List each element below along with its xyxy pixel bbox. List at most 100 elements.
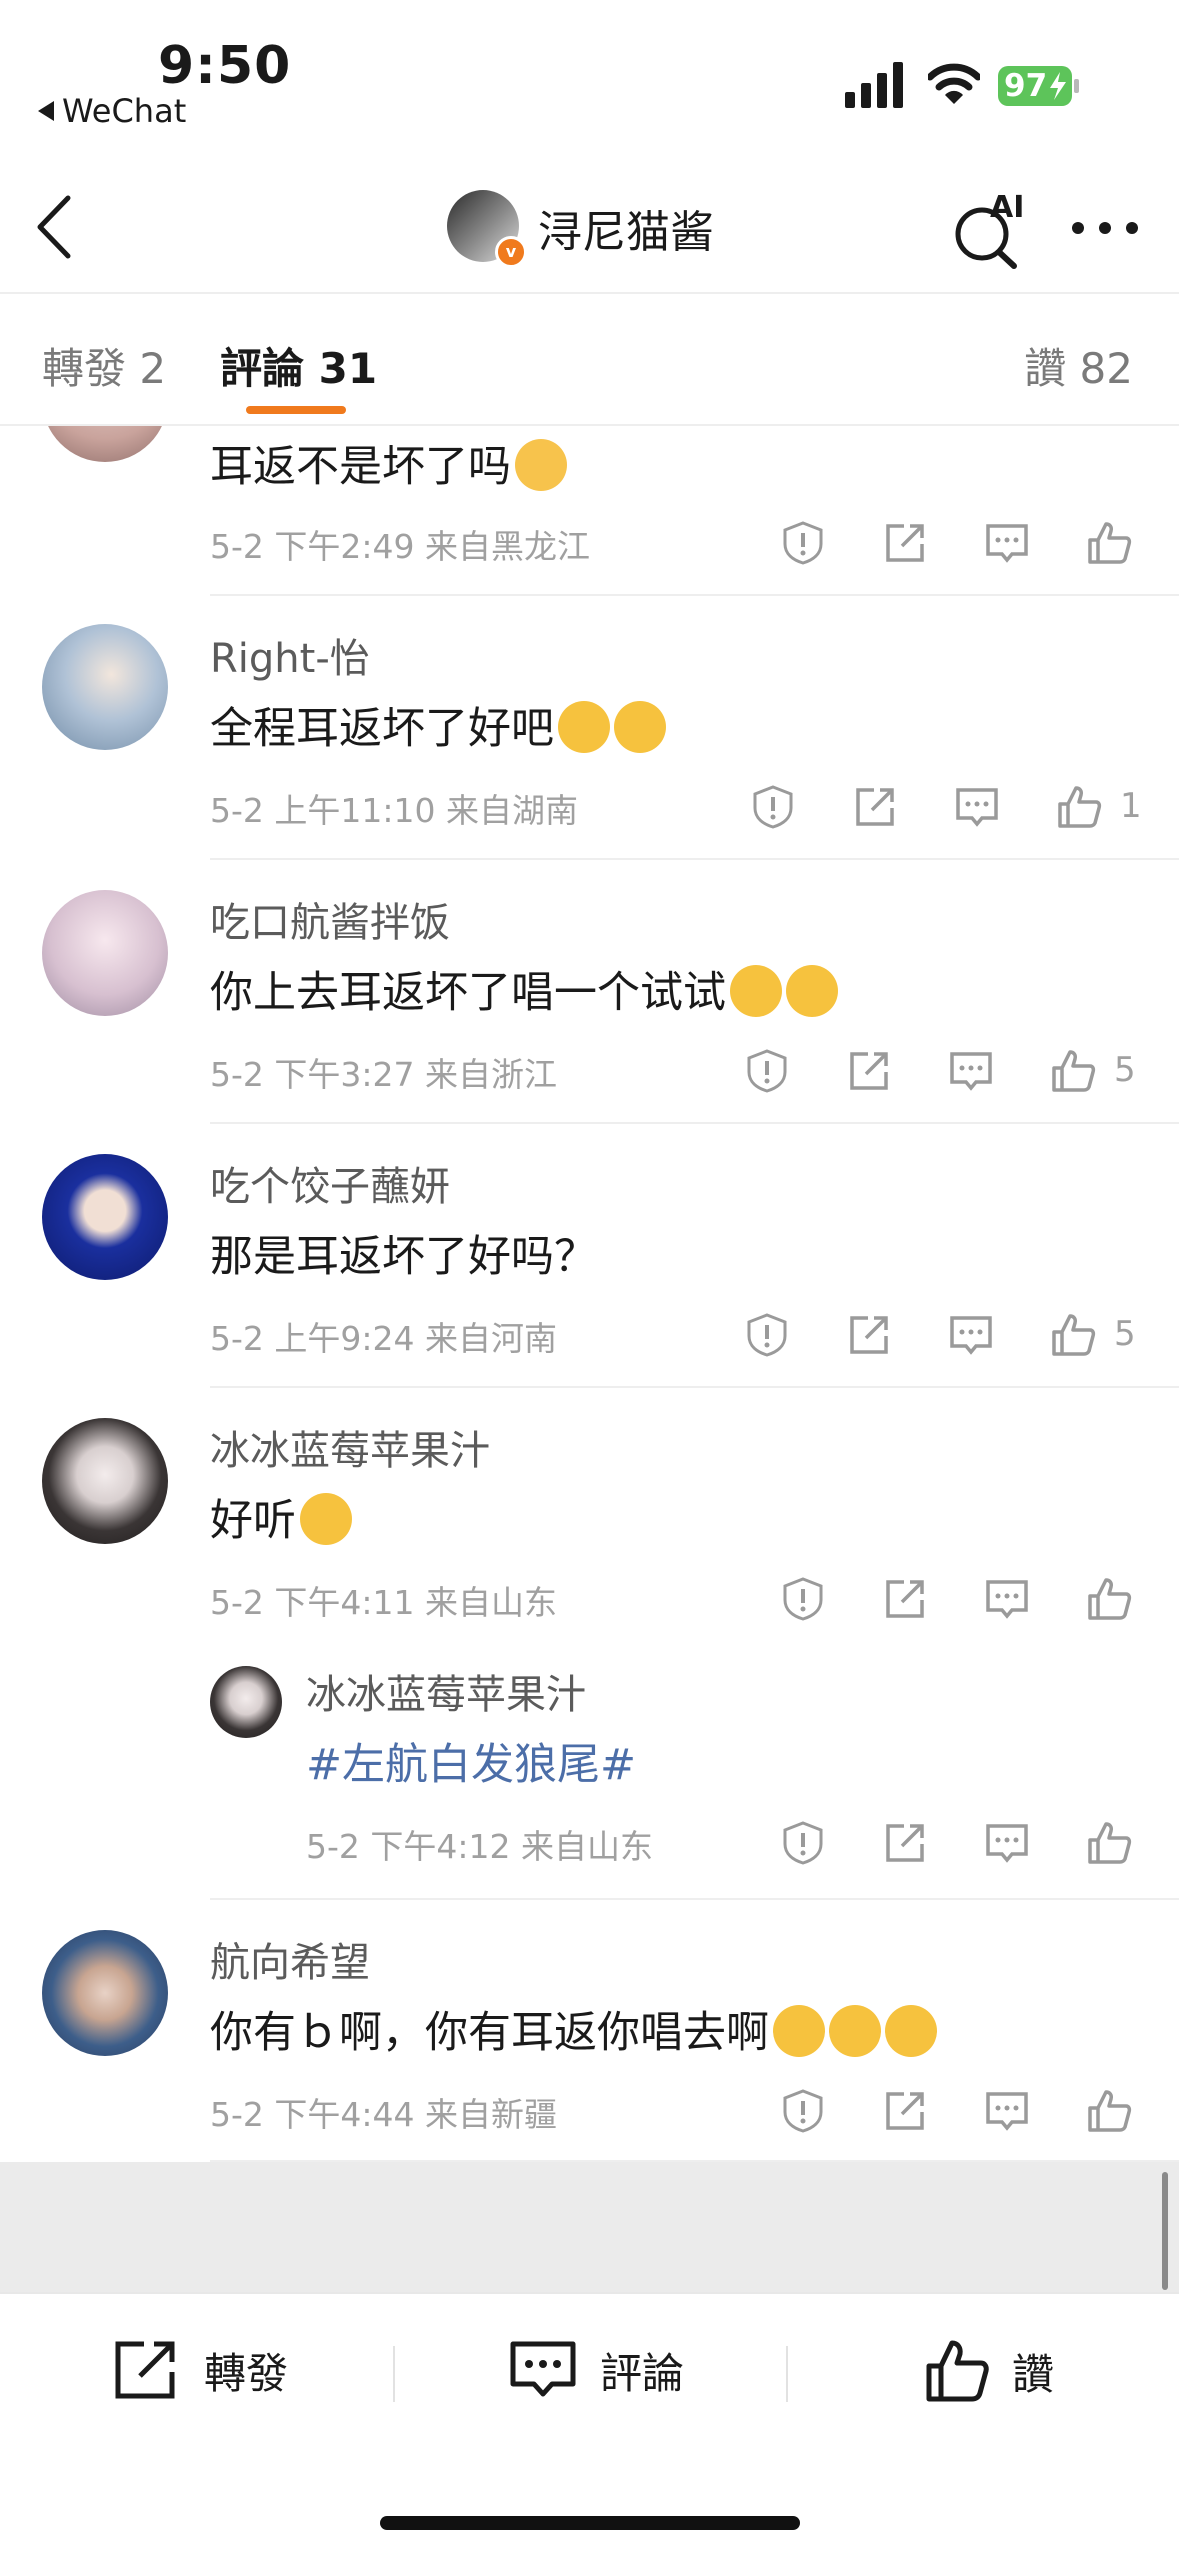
back-triangle-icon <box>38 101 54 121</box>
laugh-cry-emoji-icon <box>786 965 838 1017</box>
share-icon[interactable] <box>882 2088 928 2134</box>
salute-emoji-icon <box>829 2005 881 2057</box>
commenter-name[interactable]: 冰冰蓝莓苹果汁 <box>210 1418 490 1476</box>
reply-icon[interactable] <box>948 1312 994 1358</box>
commenter-name[interactable]: 吃个饺子蘸妍 <box>210 1154 450 1212</box>
ai-search-button[interactable]: AI <box>952 190 1030 270</box>
like-count: 5 <box>1114 1314 1136 1354</box>
scrollbar[interactable] <box>1162 2172 1168 2290</box>
nav-divider <box>0 292 1179 294</box>
battery-indicator: 97 <box>998 66 1080 106</box>
comment-meta: 5-2 下午4:44 来自新疆 <box>210 2095 557 2134</box>
reply-icon[interactable] <box>984 520 1030 566</box>
comment-text: 你上去耳返坏了唱一个试试 <box>210 958 838 1020</box>
thumbs-up-icon <box>926 2340 989 2402</box>
comment-text: 全程耳返坏了好吧 <box>210 694 666 756</box>
report-icon[interactable] <box>780 1576 826 1622</box>
list-end-area <box>0 2162 1179 2292</box>
laugh-cry-emoji-icon <box>558 701 610 753</box>
like-icon[interactable] <box>1086 520 1132 566</box>
comment-body: 你有ｂ啊，你有耳返你唱去啊 <box>210 2008 769 2058</box>
poster-name[interactable]: 浔尼猫酱 <box>538 196 714 260</box>
comment-text: 那是耳返坏了好吗？ <box>210 1232 597 1282</box>
comment-list[interactable]: 耳返不是坏了吗 5-2 下午2:49 来自黑龙江 Right-怡 全程耳返坏了好… <box>0 426 1179 2162</box>
home-indicator[interactable] <box>380 2516 800 2530</box>
comment-label: 評論 <box>600 2348 685 2398</box>
like-icon[interactable] <box>1086 1576 1132 1622</box>
commenter-avatar[interactable] <box>42 890 168 1016</box>
report-icon[interactable] <box>780 520 826 566</box>
commenter-name[interactable]: Right-怡 <box>210 626 370 684</box>
hashtag-link[interactable]: #左航白发狼尾# <box>306 1730 636 1792</box>
comment-text: 耳返不是坏了吗 <box>210 432 567 494</box>
commenter-avatar[interactable] <box>42 624 168 750</box>
battery-level: 97 <box>1004 68 1048 104</box>
tongue-emoji-icon <box>300 1493 352 1545</box>
ai-label: AI <box>990 190 1025 225</box>
comment-meta: 5-2 上午9:24 来自河南 <box>210 1319 557 1358</box>
reply-meta: 5-2 下午4:12 来自山东 <box>306 1827 653 1866</box>
reply-icon[interactable] <box>984 1820 1030 1866</box>
bottom-separator <box>393 2346 395 2402</box>
commenter-name[interactable]: 航向希望 <box>210 1930 370 1988</box>
comment-divider <box>210 594 1179 596</box>
back-to-app[interactable]: WeChat <box>38 92 186 130</box>
share-icon[interactable] <box>882 520 928 566</box>
share-icon[interactable] <box>846 1312 892 1358</box>
commenter-avatar[interactable] <box>42 1154 168 1280</box>
share-icon[interactable] <box>882 1820 928 1866</box>
reply-commenter-name[interactable]: 冰冰蓝莓苹果汁 <box>306 1662 586 1720</box>
tab-forward[interactable]: 轉發 2 <box>42 335 166 396</box>
like-icon[interactable] <box>1050 1048 1096 1094</box>
tab-comment[interactable]: 評論 31 <box>220 335 377 396</box>
bottom-separator <box>786 2346 788 2402</box>
comment-divider <box>210 1386 1179 1388</box>
like-button[interactable]: 讚 <box>924 2338 1054 2404</box>
reply-icon[interactable] <box>984 2088 1030 2134</box>
more-options-icon[interactable] <box>1070 218 1140 238</box>
like-count: 1 <box>1120 786 1142 826</box>
like-icon[interactable] <box>1056 784 1102 830</box>
comment-icon <box>510 2341 576 2397</box>
comment-divider <box>210 1898 1179 1900</box>
like-icon[interactable] <box>1086 1820 1132 1866</box>
share-icon[interactable] <box>846 1048 892 1094</box>
comment-body: 耳返不是坏了吗 <box>210 442 511 492</box>
salute-emoji-icon <box>885 2005 937 2057</box>
tab-like[interactable]: 讚 82 <box>1024 335 1133 396</box>
verified-badge-icon: v <box>495 236 527 268</box>
like-icon[interactable] <box>1086 2088 1132 2134</box>
back-arrow-icon[interactable] <box>32 192 78 262</box>
reply-icon[interactable] <box>948 1048 994 1094</box>
report-icon[interactable] <box>780 1820 826 1866</box>
commenter-name[interactable]: 吃口航酱拌饭 <box>210 890 450 948</box>
laugh-cry-emoji-icon <box>730 965 782 1017</box>
reply-icon[interactable] <box>984 1576 1030 1622</box>
share-icon[interactable] <box>882 1576 928 1622</box>
reply-avatar[interactable] <box>210 1666 282 1738</box>
comment-text: 你有ｂ啊，你有耳返你唱去啊 <box>210 1998 937 2060</box>
report-icon[interactable] <box>744 1312 790 1358</box>
share-icon <box>115 2341 175 2399</box>
comment-divider <box>210 1122 1179 1124</box>
active-tab-indicator <box>246 406 346 414</box>
comment-text: 好听 <box>210 1486 352 1548</box>
commenter-avatar[interactable] <box>42 1418 168 1544</box>
comment-meta: 5-2 下午3:27 来自浙江 <box>210 1055 557 1094</box>
comment-divider <box>210 858 1179 860</box>
commenter-avatar[interactable] <box>42 426 168 462</box>
laugh-cry-emoji-icon <box>614 701 666 753</box>
share-icon[interactable] <box>852 784 898 830</box>
forward-button[interactable]: 轉發 <box>112 2338 288 2402</box>
comment-meta: 5-2 下午2:49 来自黑龙江 <box>210 527 590 566</box>
report-icon[interactable] <box>780 2088 826 2134</box>
comment-button[interactable]: 評論 <box>508 2338 684 2402</box>
like-icon[interactable] <box>1050 1312 1096 1358</box>
reply-icon[interactable] <box>954 784 1000 830</box>
commenter-avatar[interactable] <box>42 1930 168 2056</box>
like-label: 讚 <box>1012 2349 1055 2399</box>
comment-meta: 5-2 上午11:10 来自湖南 <box>210 791 578 830</box>
report-icon[interactable] <box>744 1048 790 1094</box>
report-icon[interactable] <box>750 784 796 830</box>
like-count: 5 <box>1114 1050 1136 1090</box>
